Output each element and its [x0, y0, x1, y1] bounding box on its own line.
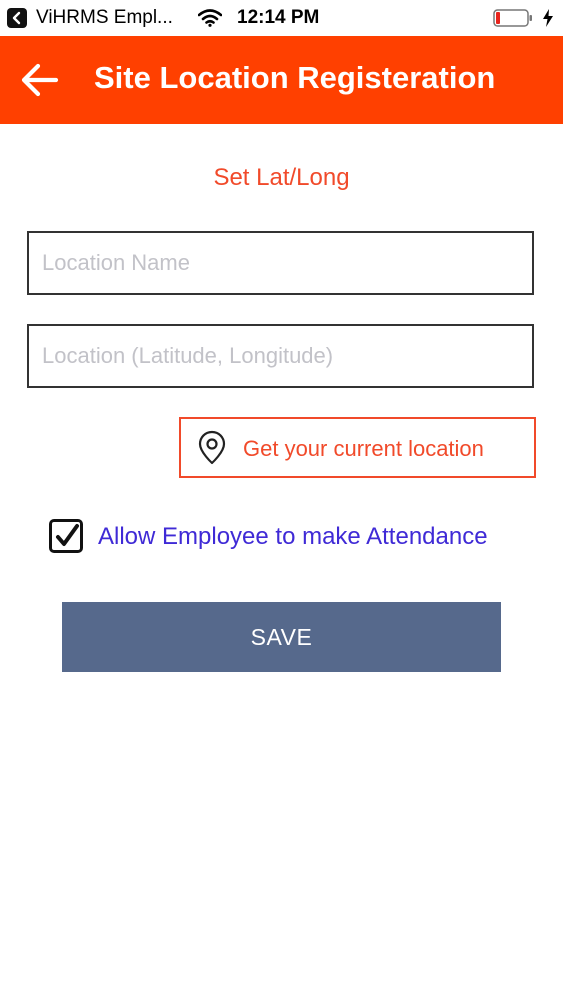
map-pin-icon [198, 430, 226, 465]
location-coordinates-input[interactable] [29, 326, 532, 386]
location-name-input[interactable] [29, 233, 532, 293]
location-coordinates-field[interactable] [27, 324, 534, 388]
location-name-field[interactable] [27, 231, 534, 295]
save-button[interactable]: SAVE [62, 602, 501, 672]
section-title: Set Lat/Long [213, 164, 350, 191]
status-app-name: ViHRMS Empl... [36, 7, 173, 28]
status-bar: ViHRMS Empl... 12:14 PM [0, 0, 563, 36]
checkmark-icon [56, 524, 79, 546]
arrow-left-icon [21, 63, 59, 97]
allow-attendance-label[interactable]: Allow Employee to make Attendance [98, 523, 488, 551]
page-title: Site Location Registeration [94, 60, 496, 95]
battery-low-icon [493, 9, 532, 27]
back-button[interactable] [18, 60, 62, 100]
get-current-location-label: Get your current location [243, 436, 484, 461]
bolt-icon [543, 9, 553, 27]
app-header: Site Location Registeration [0, 36, 563, 124]
chevron-left-icon [12, 11, 21, 25]
get-current-location-button[interactable]: Get your current location [179, 417, 536, 478]
back-to-app-button[interactable] [7, 8, 27, 28]
wifi-icon [198, 9, 222, 27]
status-time: 12:14 PM [237, 7, 320, 28]
allow-attendance-checkbox[interactable] [49, 519, 83, 553]
